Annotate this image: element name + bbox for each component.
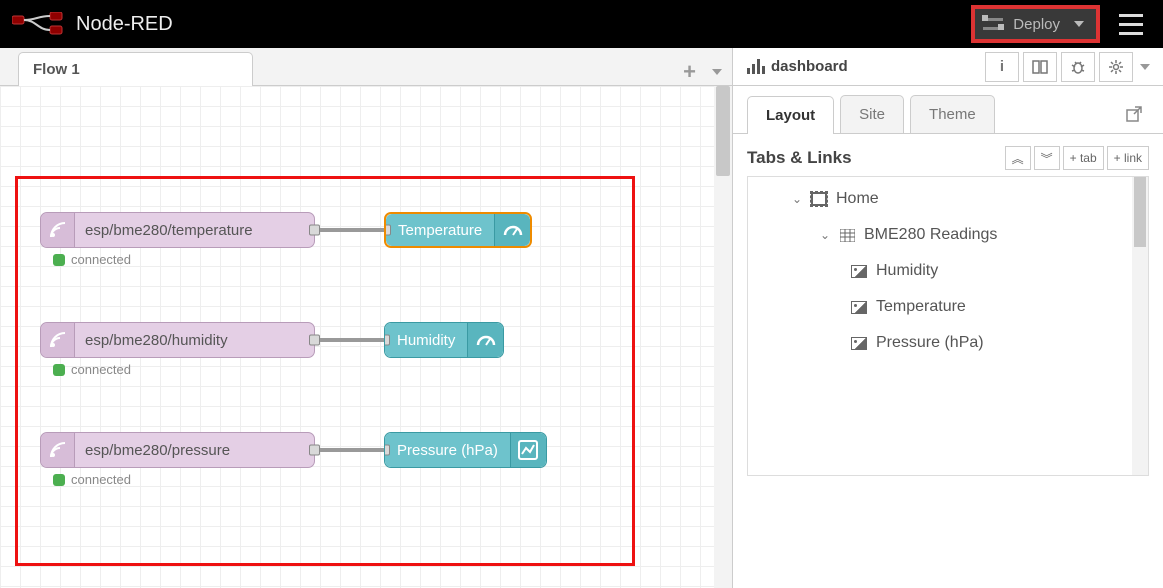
gauge-icon — [494, 214, 530, 246]
canvas-scrollbar[interactable] — [714, 86, 732, 588]
chart-node[interactable]: Pressure (hPa) — [384, 432, 547, 468]
gauge-icon — [467, 323, 503, 357]
tab-icon — [808, 192, 830, 206]
tree-label: Humidity — [876, 262, 938, 280]
chart-icon — [510, 433, 546, 467]
deploy-caret-icon — [1074, 21, 1084, 27]
chevron-down-icon: ⌄ — [818, 228, 832, 242]
input-port[interactable] — [384, 225, 391, 236]
wire[interactable] — [316, 228, 384, 232]
node-label: esp/bme280/temperature — [75, 222, 314, 239]
mqtt-in-node[interactable]: esp/bme280/humidity connected — [40, 322, 315, 358]
layout-tree: ⌄ Home ⌄ BME280 Readings Humidity Temper… — [747, 176, 1149, 476]
app-title: Node-RED — [76, 13, 173, 36]
add-flow-button[interactable]: + — [683, 59, 696, 85]
sidebar-header: dashboard i — [733, 48, 1163, 86]
widget-icon — [848, 265, 870, 278]
widget-icon — [848, 301, 870, 314]
mqtt-icon — [41, 213, 75, 247]
add-tab-button[interactable]: + tab — [1063, 146, 1104, 170]
sidebar: dashboard i Layout Site Theme Tabs & Lin… — [733, 48, 1163, 588]
status-dot-icon — [53, 254, 65, 266]
output-port[interactable] — [309, 445, 320, 456]
mqtt-in-node[interactable]: esp/bme280/pressure connected — [40, 432, 315, 468]
tab-theme[interactable]: Theme — [910, 95, 995, 133]
flow-canvas-wrap: esp/bme280/temperature connected Tempera… — [0, 86, 732, 588]
tree-widget-item[interactable]: Pressure (hPa) — [762, 325, 1138, 361]
tree-label: Pressure (hPa) — [876, 334, 984, 352]
wire[interactable] — [316, 338, 384, 342]
deploy-button[interactable]: Deploy — [972, 6, 1099, 42]
mqtt-icon — [41, 323, 75, 357]
gauge-node[interactable]: Humidity — [384, 322, 504, 358]
tree-scrollbar[interactable] — [1132, 177, 1148, 475]
app-header: Node-RED Deploy — [0, 0, 1163, 48]
tab-site[interactable]: Site — [840, 95, 904, 133]
output-port[interactable] — [309, 225, 320, 236]
tabs-links-section-header: Tabs & Links ︽ ︾ + tab + link — [733, 134, 1163, 176]
dashboard-tabs: Layout Site Theme — [733, 86, 1163, 134]
tree-label: Home — [836, 190, 879, 208]
node-label: esp/bme280/humidity — [75, 332, 314, 349]
tree-widget-item[interactable]: Temperature — [762, 289, 1138, 325]
main-menu-button[interactable] — [1111, 4, 1151, 44]
mqtt-in-node[interactable]: esp/bme280/temperature connected — [40, 212, 315, 248]
tree-tab-item[interactable]: ⌄ Home — [762, 181, 1138, 217]
group-icon — [836, 229, 858, 242]
input-port[interactable] — [384, 445, 390, 456]
status-dot-icon — [53, 364, 65, 376]
wire[interactable] — [316, 448, 384, 452]
node-status: connected — [53, 252, 131, 267]
output-port[interactable] — [309, 335, 320, 346]
section-title: Tabs & Links — [747, 148, 852, 168]
info-tab-button[interactable]: i — [985, 52, 1019, 82]
flow-list-button[interactable] — [712, 69, 722, 75]
tab-layout[interactable]: Layout — [747, 96, 834, 134]
deploy-label: Deploy — [1013, 16, 1060, 33]
node-label: Humidity — [397, 332, 455, 349]
tree-label: Temperature — [876, 298, 966, 316]
workspace-tabs: Flow 1 + — [0, 48, 732, 86]
tree-group-item[interactable]: ⌄ BME280 Readings — [762, 217, 1138, 253]
node-status: connected — [53, 472, 131, 487]
node-red-logo-icon — [12, 12, 64, 36]
gauge-node[interactable]: Temperature — [384, 212, 532, 248]
tree-widget-item[interactable]: Humidity — [762, 253, 1138, 289]
add-link-button[interactable]: + link — [1107, 146, 1149, 170]
workspace: Flow 1 + esp/bme280/temperature — [0, 48, 733, 588]
tree-label: BME280 Readings — [864, 226, 997, 244]
dashboard-icon — [747, 59, 765, 75]
node-label: Pressure (hPa) — [397, 442, 498, 459]
sidebar-title: dashboard — [747, 58, 848, 75]
collapse-all-button[interactable]: ︾ — [1034, 146, 1060, 170]
chevron-down-icon: ⌄ — [790, 192, 804, 206]
expand-all-button[interactable]: ︽ — [1005, 146, 1031, 170]
deploy-icon — [983, 16, 1003, 32]
debug-tab-button[interactable] — [1061, 52, 1095, 82]
mqtt-icon — [41, 433, 75, 467]
input-port[interactable] — [384, 335, 390, 346]
status-dot-icon — [53, 474, 65, 486]
node-status: connected — [53, 362, 131, 377]
flow-canvas[interactable]: esp/bme280/temperature connected Tempera… — [0, 86, 714, 588]
flow-tab[interactable]: Flow 1 — [18, 52, 253, 86]
sidebar-more-button[interactable] — [1133, 64, 1157, 70]
config-tab-button[interactable] — [1099, 52, 1133, 82]
open-dashboard-button[interactable] — [1119, 99, 1149, 129]
main-area: Flow 1 + esp/bme280/temperature — [0, 48, 1163, 588]
node-label: Temperature — [398, 222, 482, 239]
node-label: esp/bme280/pressure — [75, 442, 314, 459]
widget-icon — [848, 337, 870, 350]
help-tab-button[interactable] — [1023, 52, 1057, 82]
